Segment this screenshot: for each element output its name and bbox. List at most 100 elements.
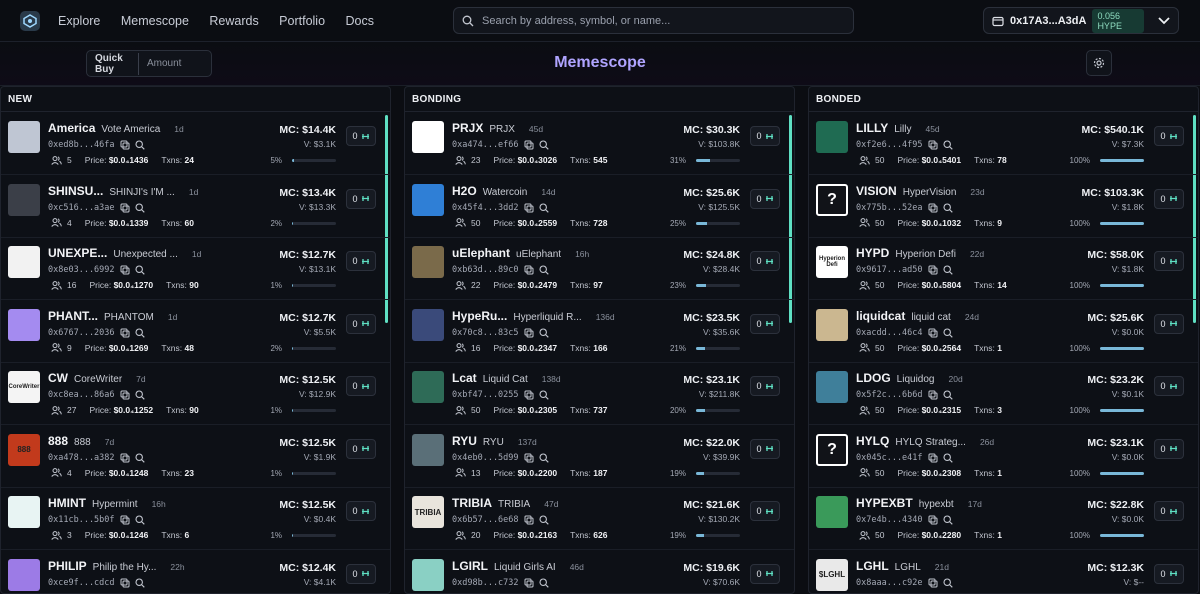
token-row[interactable]: uElephant uElephant 16h 0xb63d...89c0 22 Pric…	[405, 238, 794, 300]
nav-explore[interactable]: Explore	[58, 14, 100, 28]
search-icon[interactable]	[538, 327, 549, 338]
search-icon[interactable]	[134, 390, 145, 400]
token-row[interactable]: UNEXPE... Unexpected ... 1d 0x8e03...6992 16…	[1, 238, 390, 300]
search-icon[interactable]	[538, 452, 549, 463]
token-image[interactable]	[412, 246, 444, 278]
search-icon[interactable]	[942, 327, 953, 338]
search-icon[interactable]	[942, 515, 953, 525]
copy-icon[interactable]	[120, 515, 130, 525]
quick-buy-button[interactable]: 0	[750, 563, 780, 584]
copy-icon[interactable]	[120, 578, 130, 588]
wallet-button[interactable]: 0x17A3...A3dA 0.056 HYPE	[983, 7, 1179, 34]
search-icon[interactable]	[134, 577, 145, 588]
search-icon[interactable]	[942, 140, 953, 150]
quick-buy-button[interactable]: 0	[1154, 376, 1184, 396]
copy-icon[interactable]	[928, 390, 938, 400]
quick-buy-button[interactable]: 0	[1154, 188, 1184, 209]
copy-icon[interactable]	[928, 515, 938, 525]
token-image[interactable]	[816, 496, 848, 528]
copy-icon[interactable]	[524, 453, 534, 463]
search-icon[interactable]	[538, 202, 549, 213]
quick-buy-button[interactable]: 0	[346, 501, 376, 521]
token-row[interactable]: ? VISION HyperVision 23d 0x775b...52ea 50 Pric…	[809, 176, 1198, 238]
copy-icon[interactable]	[928, 140, 938, 150]
quick-buy-button[interactable]: 0	[1154, 251, 1184, 271]
search-icon[interactable]	[538, 140, 549, 150]
search-icon[interactable]	[538, 515, 549, 525]
app-logo[interactable]	[20, 10, 40, 31]
token-image[interactable]	[412, 433, 444, 466]
quick-buy-button[interactable]: 0	[750, 126, 780, 146]
token-row[interactable]: liquidcat liquid cat 24d 0xacdd...46c4 50 Pri…	[809, 301, 1198, 363]
copy-icon[interactable]	[524, 328, 534, 338]
quick-buy-button[interactable]: 0	[1154, 563, 1184, 584]
copy-icon[interactable]	[120, 390, 130, 400]
token-row[interactable]: PRJX PRJX 45d 0xa474...ef66 23 Price: $0.0₄30…	[405, 113, 794, 175]
token-image[interactable]	[412, 121, 444, 153]
quick-buy-button[interactable]: 0	[750, 188, 780, 209]
token-row[interactable]: RYU RYU 137d 0x4eb0...5d99 13 Price: $0.0₄220…	[405, 426, 794, 488]
copy-icon[interactable]	[928, 578, 938, 588]
search-icon[interactable]	[942, 452, 953, 463]
token-row[interactable]: LILLY Lilly 45d 0xf2e6...4f95 50 Price: $0.0₄…	[809, 113, 1198, 175]
copy-icon[interactable]	[524, 390, 534, 400]
copy-icon[interactable]	[524, 265, 534, 275]
copy-icon[interactable]	[524, 203, 534, 213]
quick-buy-button[interactable]: 0	[750, 313, 780, 334]
search-icon[interactable]	[134, 202, 145, 213]
search-icon[interactable]	[538, 577, 549, 588]
search-icon[interactable]	[134, 265, 145, 275]
quick-buy-button[interactable]: 0	[750, 438, 780, 459]
search-icon[interactable]	[538, 265, 549, 275]
quick-buy-button[interactable]: 0	[346, 563, 376, 584]
nav-memescope[interactable]: Memescope	[121, 14, 189, 28]
token-row[interactable]: 888 888 888 7d 0xa478...a382 4 Price: $0.0₄124…	[1, 426, 390, 488]
token-image[interactable]: CoreWriter	[8, 371, 40, 403]
token-image[interactable]	[816, 371, 848, 403]
token-row[interactable]: HMINT Hypermint 16h 0x11cb...5b0f 3 Price: $0…	[1, 488, 390, 550]
search-icon[interactable]	[942, 390, 953, 400]
token-row[interactable]: TRIBIA TRIBIA TRIBIA 47d 0x6b57...6e68 20 Pric…	[405, 488, 794, 550]
token-image[interactable]	[8, 183, 40, 216]
copy-icon[interactable]	[120, 328, 130, 338]
token-row[interactable]: H2O Watercoin 14d 0x45f4...3dd2 50 Price: $0.…	[405, 176, 794, 238]
copy-icon[interactable]	[120, 140, 130, 150]
quick-buy-button[interactable]: 0	[346, 188, 376, 209]
copy-icon[interactable]	[524, 515, 534, 525]
token-row[interactable]: HYPEXBT hypexbt 17d 0x7e4b...4340 50 Price: $…	[809, 488, 1198, 550]
search-icon[interactable]	[134, 140, 145, 150]
copy-icon[interactable]	[120, 453, 130, 463]
token-row[interactable]: PHILIP Philip the Hy... 22h 0xce9f...cdcd MC…	[1, 551, 390, 594]
copy-icon[interactable]	[120, 203, 130, 213]
quick-buy-button[interactable]: 0	[1154, 438, 1184, 459]
token-image[interactable]	[8, 246, 40, 278]
token-image[interactable]	[8, 308, 40, 341]
token-row[interactable]: LDOG Liquidog 20d 0x5f2c...6b6d 50 Price: $0.…	[809, 363, 1198, 425]
quick-buy-button[interactable]: 0	[750, 376, 780, 396]
search-icon[interactable]	[538, 390, 549, 400]
quick-buy-button[interactable]: 0	[1154, 501, 1184, 521]
search-icon[interactable]	[134, 452, 145, 463]
copy-icon[interactable]	[524, 140, 534, 150]
quick-buy-button[interactable]: 0	[1154, 126, 1184, 146]
token-image[interactable]	[8, 496, 40, 528]
quick-buy-button[interactable]: 0	[750, 501, 780, 521]
quick-buy-button[interactable]: 0	[346, 251, 376, 271]
token-row[interactable]: Hyperion Defi HYPD Hyperion Defi 22d 0x9617.…	[809, 238, 1198, 300]
copy-icon[interactable]	[524, 578, 534, 588]
token-row[interactable]: $LGHL LGHL LGHL 21d 0x8aaa...c92e MC: $12.3K V…	[809, 551, 1198, 594]
token-row[interactable]: America Vote America 1d 0xed8b...46fa 5 Price…	[1, 113, 390, 175]
copy-icon[interactable]	[120, 265, 130, 275]
quick-buy-button[interactable]: 0	[750, 251, 780, 271]
settings-button[interactable]	[1086, 50, 1112, 76]
search-box[interactable]	[453, 7, 854, 34]
token-row[interactable]: LGIRL Liquid Girls AI 46d 0xd98b...c732 MC: …	[405, 551, 794, 594]
search-icon[interactable]	[942, 577, 953, 588]
token-image[interactable]	[412, 308, 444, 341]
token-image[interactable]	[816, 121, 848, 153]
copy-icon[interactable]	[928, 328, 938, 338]
token-row[interactable]: Lcat Liquid Cat 138d 0xbf47...0255 50 Price: …	[405, 363, 794, 425]
token-image[interactable]	[412, 371, 444, 403]
search-icon[interactable]	[942, 202, 953, 213]
token-image[interactable]: $LGHL	[816, 558, 848, 591]
